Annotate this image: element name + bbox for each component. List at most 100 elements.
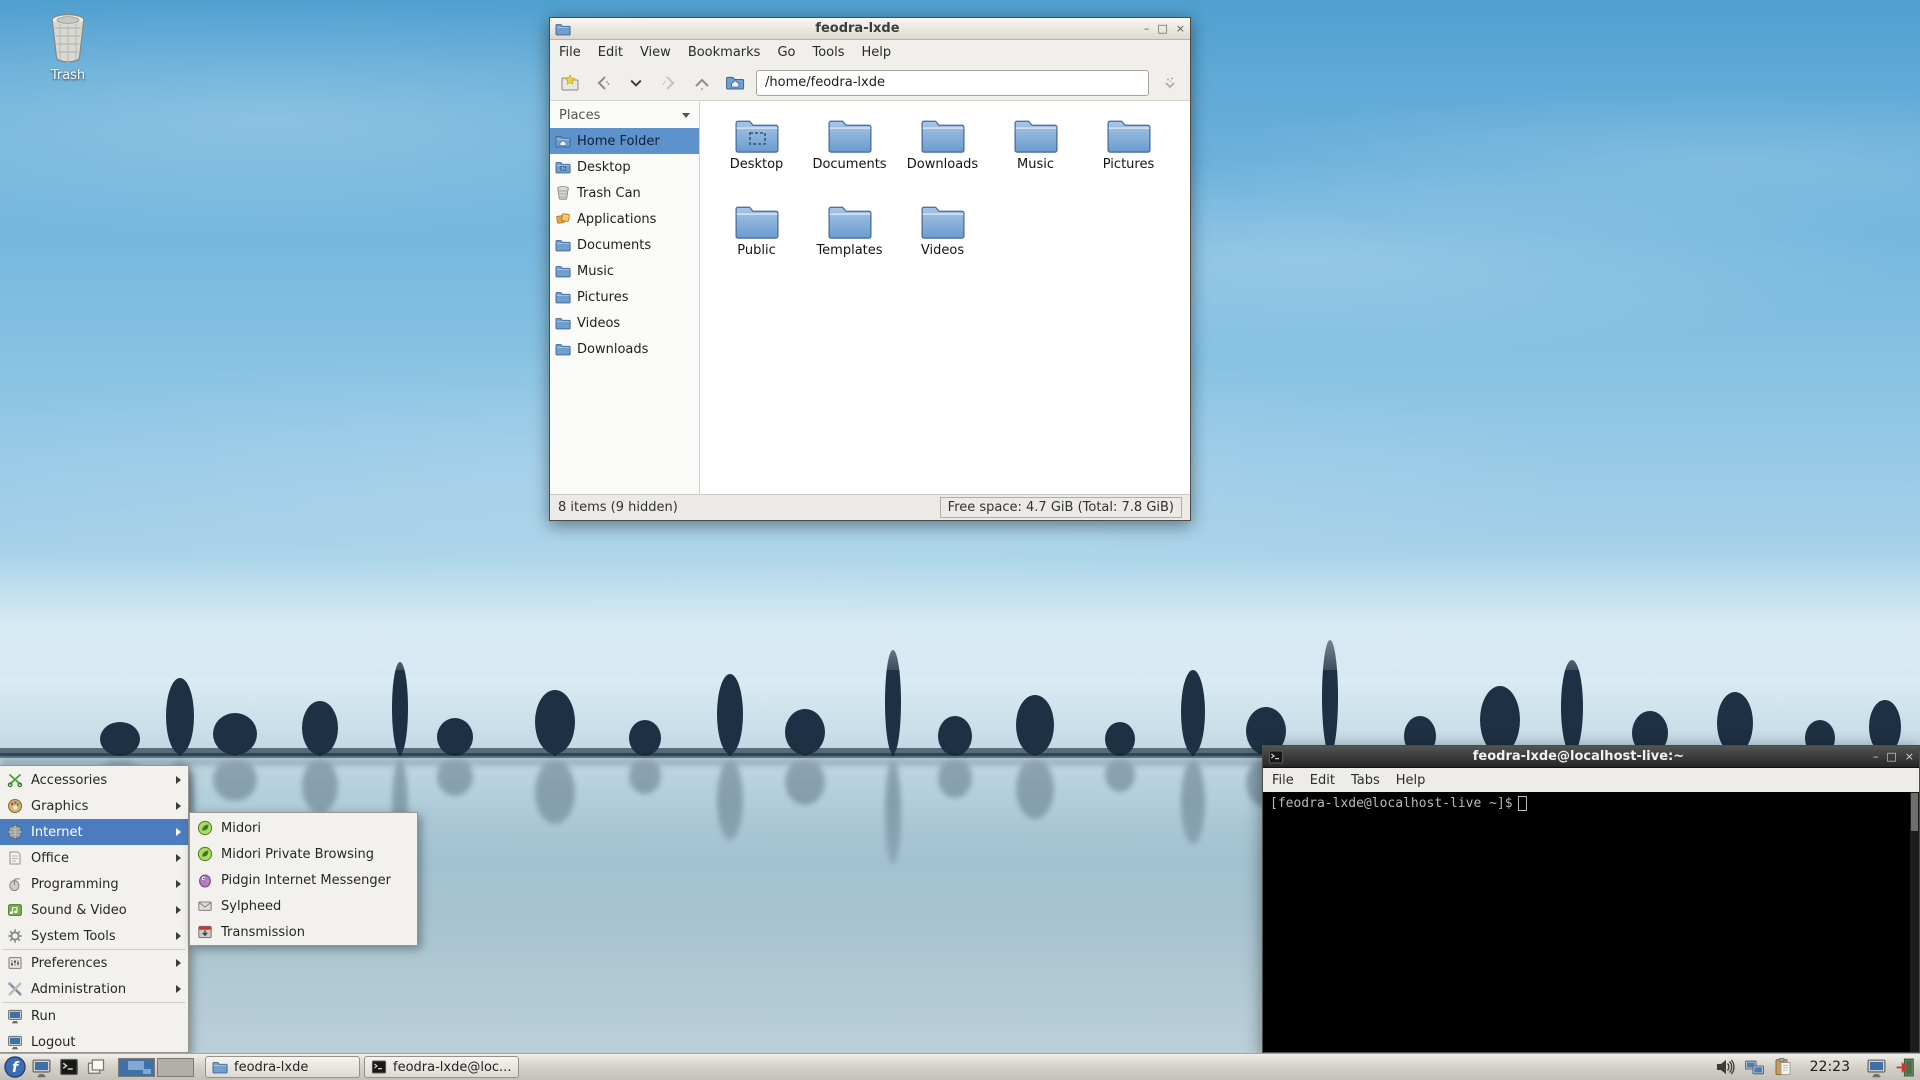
maximize-button[interactable]: □	[1886, 751, 1896, 762]
midori-leaf-icon	[197, 846, 213, 862]
menu-item-accessories[interactable]: Accessories	[0, 767, 188, 793]
sidebar-item-videos[interactable]: Videos	[550, 310, 699, 336]
submenu-item-transmission[interactable]: Transmission	[190, 919, 417, 945]
folder-item-videos[interactable]: Videos	[896, 202, 989, 288]
workspace-1[interactable]	[118, 1057, 155, 1077]
folder-item-music[interactable]: Music	[989, 116, 1082, 202]
file-manager-titlebar[interactable]: feodra-lxde – □ ×	[550, 18, 1190, 40]
sidebar-item-downloads[interactable]: Downloads	[550, 336, 699, 362]
address-bar[interactable]	[756, 69, 1149, 96]
menu-help[interactable]: Help	[862, 45, 892, 60]
menu-edit[interactable]: Edit	[598, 45, 623, 60]
menu-item-sound-video[interactable]: Sound & Video	[0, 897, 188, 923]
submenu-arrow-icon	[176, 985, 181, 993]
forward-button[interactable]	[657, 71, 681, 95]
submenu-item-sylpheed[interactable]: Sylpheed	[190, 893, 417, 919]
menu-item-internet[interactable]: Internet	[0, 819, 188, 845]
folder-icon	[555, 315, 571, 331]
file-manager-launcher[interactable]	[30, 1056, 53, 1079]
terminal-content[interactable]: [feodra-lxde@localhost-live ~]$	[1263, 792, 1919, 1052]
applications-icon	[555, 211, 571, 227]
file-view[interactable]: Desktop Documents Downloads Music Pictur…	[700, 102, 1190, 494]
maximize-button[interactable]: □	[1157, 23, 1167, 34]
menu-item-graphics[interactable]: Graphics	[0, 793, 188, 819]
places-header-label: Places	[559, 107, 601, 123]
menu-item-logout[interactable]: Logout	[0, 1029, 188, 1055]
home-button[interactable]	[723, 71, 747, 95]
clipboard-manager[interactable]	[1772, 1056, 1795, 1079]
submenu-item-midori-private[interactable]: Midori Private Browsing	[190, 841, 417, 867]
menu-item-office[interactable]: Office	[0, 845, 188, 871]
folder-label: Templates	[816, 243, 883, 258]
clock[interactable]: 22:23	[1810, 1059, 1850, 1075]
file-manager-menubar: File Edit View Bookmarks Go Tools Help	[550, 40, 1190, 65]
submenu-item-midori[interactable]: Midori	[190, 815, 417, 841]
history-dropdown-button[interactable]	[624, 71, 648, 95]
up-button[interactable]	[690, 71, 714, 95]
folder-icon	[1106, 116, 1152, 154]
task-button-file-manager[interactable]: feodra-lxde	[205, 1056, 360, 1078]
file-manager-launcher-icon	[31, 1057, 52, 1078]
places-header[interactable]: Places	[550, 102, 699, 128]
desktop-trash-icon-item[interactable]: Trash	[30, 12, 106, 83]
menu-tools[interactable]: Tools	[812, 45, 844, 60]
menu-item-label: Administration	[31, 981, 127, 997]
menu-edit[interactable]: Edit	[1310, 773, 1335, 788]
menu-item-preferences[interactable]: Preferences	[0, 950, 188, 976]
folder-item-downloads[interactable]: Downloads	[896, 116, 989, 202]
folder-icon	[920, 202, 966, 240]
new-tab-button[interactable]	[558, 71, 582, 95]
administration-icon	[7, 981, 23, 997]
back-button[interactable]	[591, 71, 615, 95]
logout-button[interactable]	[1894, 1056, 1917, 1079]
workspace-pager	[118, 1057, 194, 1077]
menu-file[interactable]: File	[1272, 773, 1294, 788]
task-button-terminal[interactable]: feodra-lxde@loc...	[364, 1056, 519, 1078]
sidebar-item-music[interactable]: Music	[550, 258, 699, 284]
close-button[interactable]: ×	[1176, 23, 1185, 34]
jump-to-button[interactable]	[1158, 71, 1182, 95]
iconify-all-windows-button[interactable]	[84, 1056, 107, 1079]
terminal-titlebar[interactable]: feodra-lxde@localhost-live:~ – □ ×	[1263, 746, 1919, 768]
folder-item-documents[interactable]: Documents	[803, 116, 896, 202]
minimize-button[interactable]: –	[1873, 751, 1879, 762]
menu-item-system-tools[interactable]: System Tools	[0, 923, 188, 949]
menu-item-programming[interactable]: Programming	[0, 871, 188, 897]
items-count: 8 items (9 hidden)	[558, 500, 678, 515]
sidebar-item-trash-can[interactable]: Trash Can	[550, 180, 699, 206]
folder-item-pictures[interactable]: Pictures	[1082, 116, 1175, 202]
sidebar-item-home-folder[interactable]: Home Folder	[550, 128, 699, 154]
sidebar-item-applications[interactable]: Applications	[550, 206, 699, 232]
volume-control[interactable]	[1714, 1056, 1737, 1079]
close-button[interactable]: ×	[1905, 751, 1914, 762]
start-menu-button[interactable]	[3, 1056, 26, 1079]
place-label: Desktop	[577, 159, 631, 175]
menu-go[interactable]: Go	[777, 45, 795, 60]
menu-item-run[interactable]: Run	[0, 1003, 188, 1029]
preferences-icon	[7, 955, 23, 971]
sidebar-item-desktop[interactable]: Desktop	[550, 154, 699, 180]
menu-file[interactable]: File	[559, 45, 581, 60]
minimize-button[interactable]: –	[1144, 23, 1150, 34]
sidebar-item-pictures[interactable]: Pictures	[550, 284, 699, 310]
menu-help[interactable]: Help	[1396, 773, 1426, 788]
screen-lock-button[interactable]	[1865, 1056, 1888, 1079]
submenu-item-pidgin[interactable]: Pidgin Internet Messenger	[190, 867, 417, 893]
submenu-arrow-icon	[176, 932, 181, 940]
menu-item-administration[interactable]: Administration	[0, 976, 188, 1002]
folder-item-templates[interactable]: Templates	[803, 202, 896, 288]
submenu-item-label: Transmission	[221, 924, 305, 940]
network-status[interactable]	[1743, 1056, 1766, 1079]
scrollbar-thumb[interactable]	[1911, 793, 1918, 831]
sound-video-icon	[7, 902, 23, 918]
workspace-2[interactable]	[157, 1057, 194, 1077]
menu-bookmarks[interactable]: Bookmarks	[688, 45, 761, 60]
sidebar-item-documents[interactable]: Documents	[550, 232, 699, 258]
terminal-launcher[interactable]	[57, 1056, 80, 1079]
folder-item-public[interactable]: Public	[710, 202, 803, 288]
menu-view[interactable]: View	[640, 45, 671, 60]
menu-tabs[interactable]: Tabs	[1351, 773, 1380, 788]
menu-item-label: Logout	[31, 1034, 76, 1050]
folder-item-desktop[interactable]: Desktop	[710, 116, 803, 202]
terminal-scrollbar[interactable]	[1910, 792, 1919, 1052]
